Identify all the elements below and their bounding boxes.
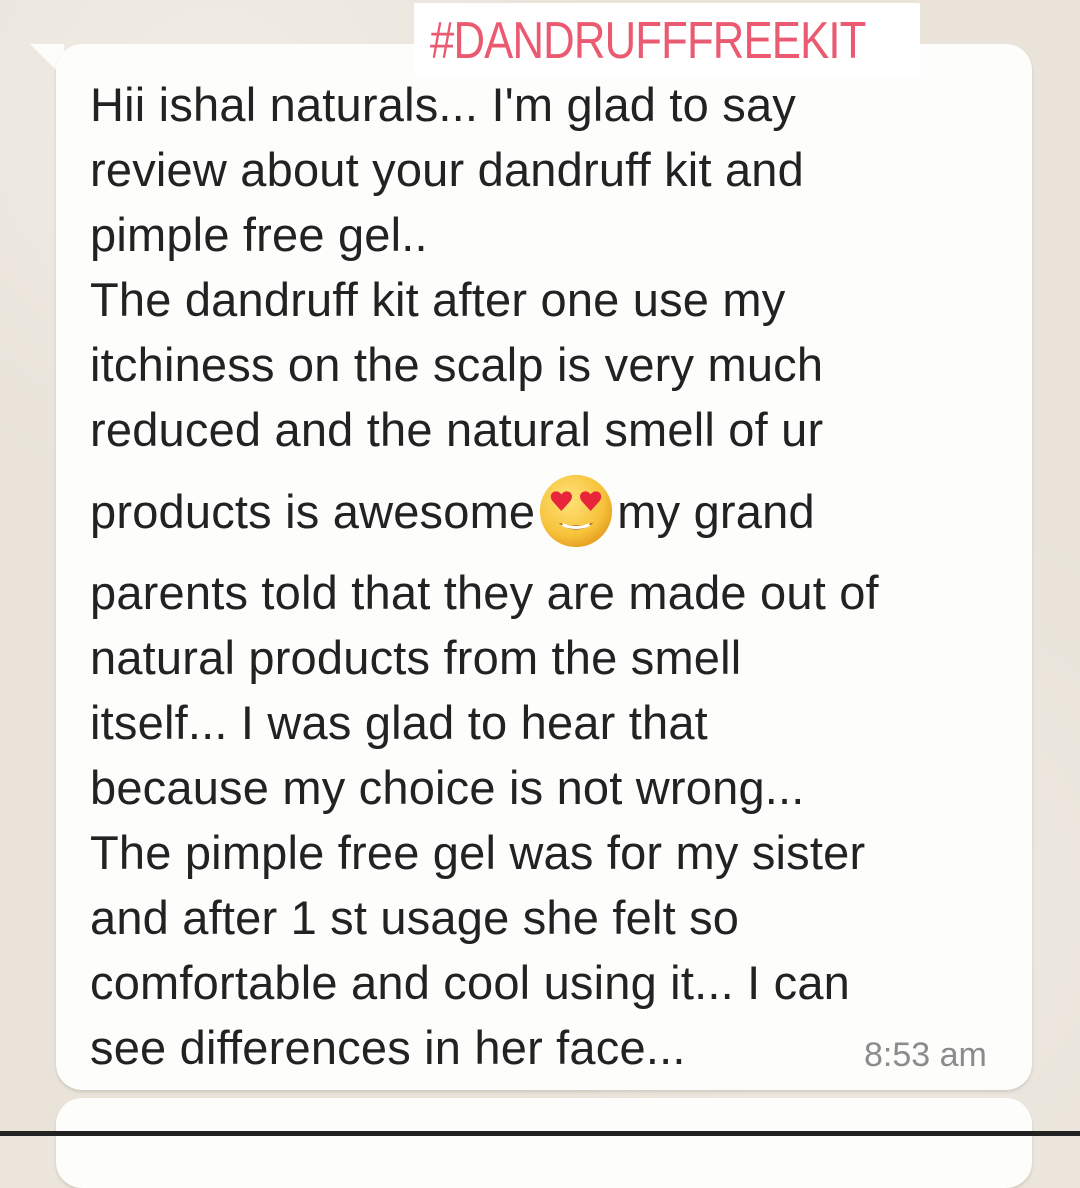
message-line: comfortable and cool using it... I can <box>90 956 851 1009</box>
message-line: itchiness on the scalp is very much <box>90 338 824 391</box>
message-line-fragment: my grand <box>617 485 815 538</box>
message-line: parents told that they are made out of <box>90 566 879 619</box>
message-line: Hii ishal naturals... I'm glad to say <box>90 78 796 131</box>
message-line: and after 1 st usage she felt so <box>90 891 740 944</box>
message-line-with-emoji: products is awesome my grand <box>90 472 1030 550</box>
message-text: Hii ishal naturals... I'm glad to say re… <box>90 72 1030 1080</box>
message-line: The pimple free gel was for my sister <box>90 826 866 879</box>
message-line: itself... I was glad to hear that <box>90 696 708 749</box>
message-line-fragment: products is awesome <box>90 485 536 538</box>
message-timestamp: 8:53 am <box>864 1036 987 1074</box>
message-line: natural products from the smell <box>90 631 742 684</box>
hashtag-text: #DANDRUFFFREEKIT <box>430 12 866 70</box>
message-line: because my choice is not wrong... <box>90 761 805 814</box>
bottom-edge-bar <box>0 1131 1080 1136</box>
message-line: review about your dandruff kit and <box>90 143 804 196</box>
message-line: The dandruff kit after one use my <box>90 273 786 326</box>
message-line: pimple free gel.. <box>90 208 428 261</box>
next-message-bubble[interactable] <box>56 1098 1032 1188</box>
heart-eyes-emoji-icon <box>540 474 613 548</box>
message-line: reduced and the natural smell of ur <box>90 403 824 456</box>
